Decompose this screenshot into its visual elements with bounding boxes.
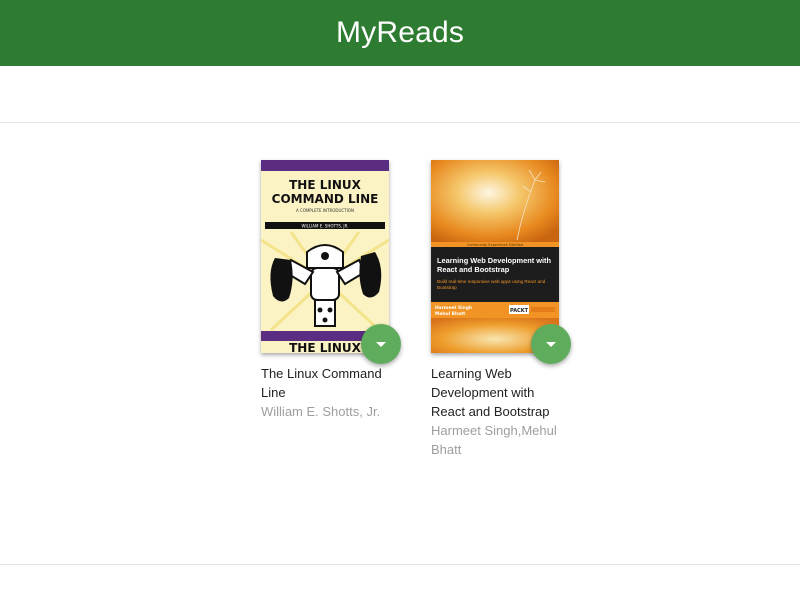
svg-text:Community Experience Distilled: Community Experience Distilled (467, 243, 523, 247)
caret-down-icon (376, 341, 386, 347)
book-title: Learning Web Development with React and … (431, 366, 550, 419)
svg-text:Harmeet Singh: Harmeet Singh (435, 305, 472, 311)
shelf-divider-bottom (0, 564, 800, 565)
app-header: MyReads (0, 0, 800, 66)
book-title: The Linux Command Line (261, 366, 382, 400)
book-authors: Harmeet Singh,Mehul Bhatt (431, 423, 557, 457)
linux-command-line-cover-art: THE LINUX COMMAND LINE A COMPLETE INTROD… (261, 160, 389, 353)
svg-text:THE LINUX: THE LINUX (289, 341, 362, 353)
svg-text:WILLIAM E. SHOTTS, JR.: WILLIAM E. SHOTTS, JR. (302, 224, 349, 229)
shelf-divider-top (0, 122, 800, 123)
book-cover[interactable]: Community Experience Distilled Learning … (431, 160, 559, 353)
svg-text:THE LINUX: THE LINUX (289, 178, 362, 192)
svg-text:Mehul Bhatt: Mehul Bhatt (435, 311, 465, 317)
svg-text:COMMAND LINE: COMMAND LINE (272, 192, 379, 206)
content-area-top (0, 66, 800, 122)
caret-down-icon (546, 341, 556, 347)
svg-text:A COMPLETE INTRODUCTION: A COMPLETE INTRODUCTION (296, 208, 354, 213)
app-title: MyReads (335, 16, 465, 49)
book-authors: William E. Shotts, Jr. (261, 404, 381, 419)
svg-text:PACKT: PACKT (510, 308, 529, 314)
shelf-changer-button[interactable] (361, 324, 401, 364)
shelf-changer-button[interactable] (531, 324, 571, 364)
react-bootstrap-cover-art: Community Experience Distilled Learning … (431, 160, 559, 353)
book-cover[interactable]: THE LINUX COMMAND LINE A COMPLETE INTROD… (261, 160, 389, 353)
